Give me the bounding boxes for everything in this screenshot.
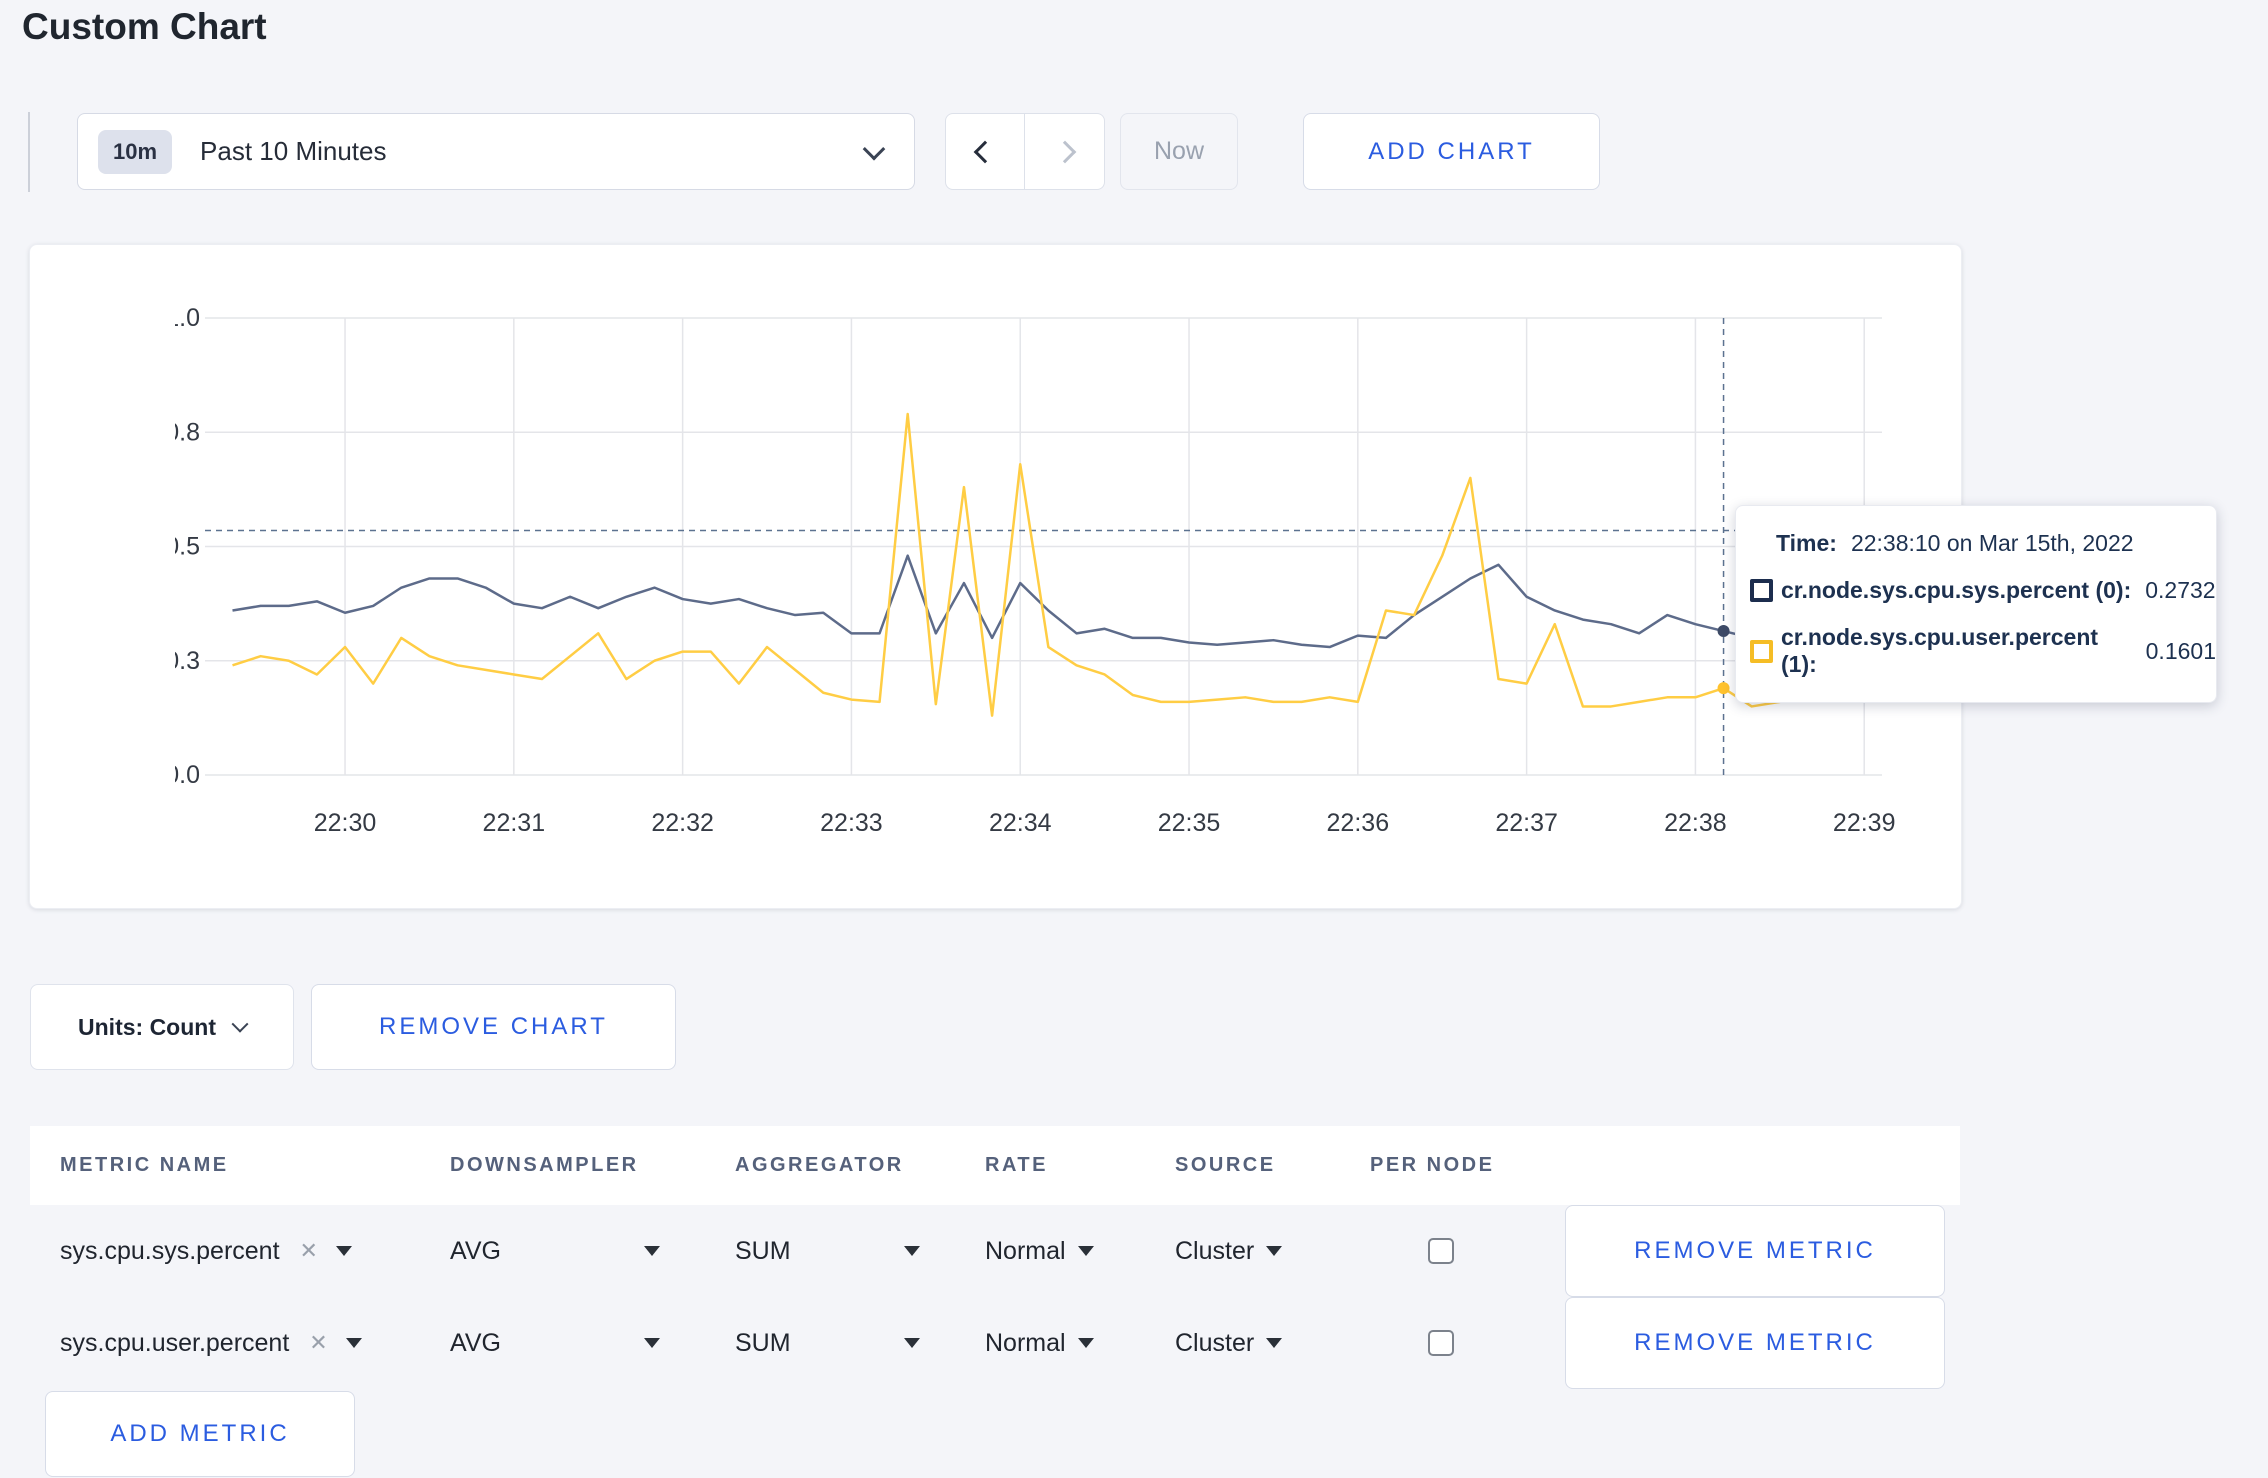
metric-name-value: sys.cpu.user.percent: [60, 1328, 290, 1357]
rate-value: Normal: [985, 1328, 1066, 1357]
svg-text:22:30: 22:30: [314, 809, 377, 837]
downsampler-value: AVG: [450, 1236, 501, 1265]
svg-text:0.8: 0.8: [175, 418, 200, 446]
column-header-per-node: PER NODE: [1370, 1154, 1495, 1176]
svg-text:22:38: 22:38: [1664, 809, 1727, 837]
time-range-select[interactable]: 10m Past 10 Minutes: [77, 113, 915, 190]
chevron-right-icon: [1053, 140, 1076, 163]
prev-range-button[interactable]: [945, 113, 1025, 190]
metric-name-select[interactable]: sys.cpu.user.percent ✕: [60, 1329, 450, 1358]
caret-down-icon: [904, 1338, 920, 1348]
source-value: Cluster: [1175, 1328, 1255, 1357]
metric-row: sys.cpu.sys.percent ✕ AVG SUM Normal Clu…: [30, 1205, 1960, 1297]
close-icon[interactable]: ✕: [300, 1238, 318, 1264]
caret-down-icon: [1077, 1246, 1094, 1256]
rate-value: Normal: [985, 1236, 1066, 1265]
cpu-usage-chart[interactable]: 0.0 0.3 0.5 0.8 1.0 22:30 22:31 22:32 22:33 22:34…: [175, 275, 1915, 855]
remove-metric-button[interactable]: REMOVE METRIC: [1565, 1297, 1945, 1389]
time-range-badge: 10m: [98, 129, 173, 174]
column-header-rate: RATE: [985, 1154, 1048, 1176]
time-range-label: Past 10 Minutes: [200, 136, 387, 166]
series-sys-color-swatch: [1750, 579, 1773, 602]
tooltip-time-row: Time: 22:38:10 on Mar 15th, 2022: [1776, 530, 2216, 557]
column-header-aggregator: AGGREGATOR: [735, 1154, 904, 1176]
per-node-checkbox[interactable]: [1428, 1238, 1454, 1264]
per-node-checkbox[interactable]: [1428, 1330, 1454, 1356]
caret-down-icon: [904, 1246, 920, 1256]
tooltip-series-value: 0.2732: [2145, 577, 2216, 603]
column-header-source: SOURCE: [1175, 1154, 1276, 1176]
chevron-down-icon: [862, 137, 886, 161]
caret-down-icon: [1077, 1338, 1094, 1348]
toolbar-divider: [28, 112, 30, 192]
aggregator-select[interactable]: SUM: [735, 1329, 920, 1358]
downsampler-select[interactable]: AVG: [450, 1237, 660, 1266]
svg-text:0.3: 0.3: [175, 647, 200, 675]
aggregator-value: SUM: [735, 1328, 791, 1357]
aggregator-select[interactable]: SUM: [735, 1237, 920, 1266]
svg-text:0.5: 0.5: [175, 533, 200, 561]
rate-select[interactable]: Normal: [985, 1329, 1175, 1358]
source-select[interactable]: Cluster: [1175, 1237, 1370, 1266]
caret-down-icon: [1266, 1338, 1283, 1348]
caret-down-icon: [644, 1338, 660, 1348]
time-nav-arrows: [945, 113, 1105, 190]
rate-select[interactable]: Normal: [985, 1237, 1175, 1266]
caret-down-icon: [644, 1246, 660, 1256]
metric-name-select[interactable]: sys.cpu.sys.percent ✕: [60, 1237, 450, 1266]
column-header-downsampler: DOWNSAMPLER: [450, 1154, 639, 1176]
svg-text:1.0: 1.0: [175, 304, 200, 332]
now-button[interactable]: Now: [1120, 113, 1238, 190]
svg-text:22:33: 22:33: [820, 809, 883, 837]
svg-text:22:37: 22:37: [1495, 809, 1558, 837]
tooltip-time-label: Time:: [1776, 530, 1837, 556]
aggregator-value: SUM: [735, 1236, 791, 1265]
chart-hover-tooltip: Time: 22:38:10 on Mar 15th, 2022 cr.node.…: [1735, 505, 2217, 703]
custom-chart-page: Custom Chart 10m Past 10 Minutes Now ADD…: [0, 0, 2268, 1478]
svg-text:22:32: 22:32: [651, 809, 714, 837]
tooltip-series-row: cr.node.sys.cpu.sys.percent (0): 0.2732: [1750, 577, 2216, 604]
svg-text:22:39: 22:39: [1833, 809, 1896, 837]
units-label: Units: Count: [78, 1013, 216, 1040]
page-title: Custom Chart: [22, 6, 267, 47]
metric-name-value: sys.cpu.sys.percent: [60, 1236, 280, 1265]
caret-down-icon: [335, 1246, 352, 1256]
tooltip-series-name: cr.node.sys.cpu.sys.percent (0):: [1781, 577, 2132, 603]
caret-down-icon: [345, 1338, 362, 1348]
svg-text:22:35: 22:35: [1158, 809, 1221, 837]
units-select[interactable]: Units: Count: [30, 984, 294, 1070]
svg-text:0.0: 0.0: [175, 761, 200, 789]
close-icon[interactable]: ✕: [309, 1330, 327, 1356]
column-header-metric-name: METRIC NAME: [60, 1154, 229, 1176]
tooltip-series-row: cr.node.sys.cpu.user.percent (1): 0.1601: [1750, 624, 2216, 678]
svg-text:22:34: 22:34: [989, 809, 1052, 837]
svg-text:22:31: 22:31: [483, 809, 546, 837]
remove-metric-button[interactable]: REMOVE METRIC: [1565, 1205, 1945, 1297]
chevron-down-icon: [231, 1015, 249, 1033]
caret-down-icon: [1266, 1246, 1283, 1256]
source-value: Cluster: [1175, 1236, 1255, 1265]
next-range-button[interactable]: [1025, 113, 1105, 190]
tooltip-series-value: 0.1601: [2145, 637, 2216, 664]
downsampler-value: AVG: [450, 1328, 501, 1357]
chevron-left-icon: [973, 140, 997, 163]
source-select[interactable]: Cluster: [1175, 1329, 1370, 1358]
downsampler-select[interactable]: AVG: [450, 1329, 660, 1358]
tooltip-time-value: 22:38:10 on Mar 15th, 2022: [1850, 530, 2134, 556]
add-chart-button[interactable]: ADD CHART: [1303, 113, 1600, 190]
tooltip-series-name: cr.node.sys.cpu.user.percent (1):: [1781, 624, 2099, 677]
metric-row: sys.cpu.user.percent ✕ AVG SUM Normal Cl…: [30, 1297, 1960, 1389]
series-user-color-swatch: [1750, 639, 1773, 663]
add-metric-button[interactable]: ADD METRIC: [45, 1391, 355, 1477]
svg-text:22:36: 22:36: [1327, 809, 1390, 837]
remove-chart-button[interactable]: REMOVE CHART: [311, 984, 676, 1070]
metrics-table-header: METRIC NAME DOWNSAMPLER AGGREGATOR RATE …: [30, 1126, 1960, 1205]
